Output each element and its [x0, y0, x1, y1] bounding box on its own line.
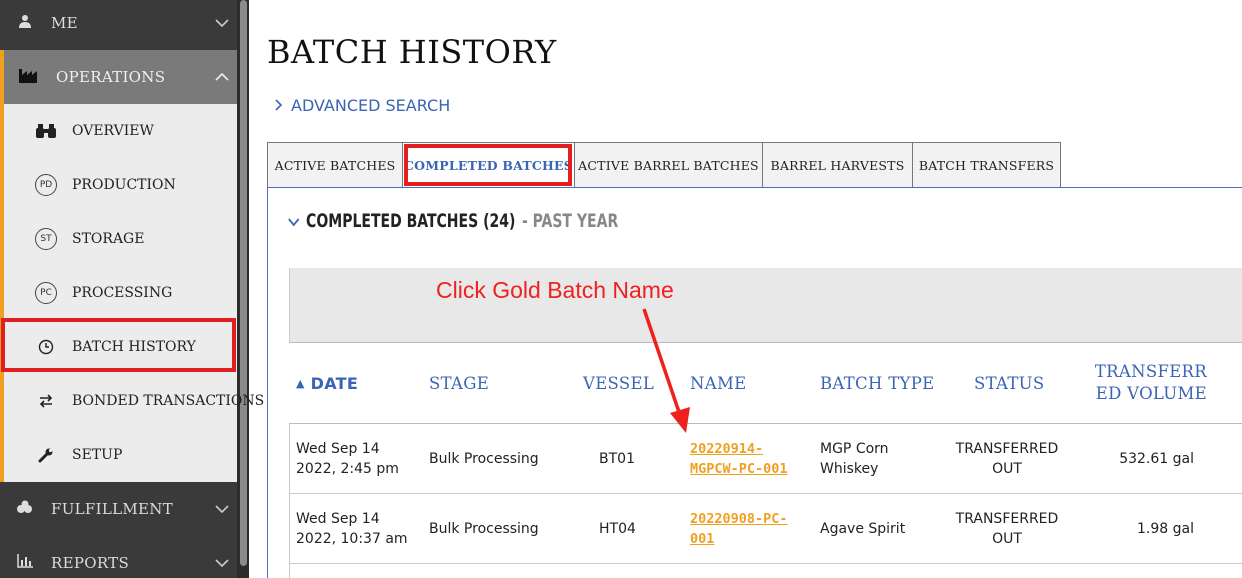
user-icon — [14, 14, 36, 32]
sidebar-item-label: BONDED TRANSACTIONS — [72, 393, 265, 409]
date-line1: Wed Sep 14 — [296, 441, 380, 457]
type-line1: MGP Corn — [820, 441, 889, 457]
date-line1: Wed Sep 14 — [296, 511, 380, 527]
name-line1: 20220908-PC- — [690, 511, 788, 527]
chevron-down-icon — [215, 14, 229, 32]
cell-stage: Bulk Processing — [429, 451, 539, 467]
cell-vessel: HT04 — [599, 521, 636, 537]
column-header-batch-type[interactable]: BATCH TYPE — [820, 374, 934, 393]
table-toolbar — [289, 268, 1242, 342]
cell-batch-type: MGP Corn Whiskey — [820, 439, 889, 479]
cell-status: TRANSFERRED OUT — [949, 509, 1065, 549]
advanced-search-label: ADVANCED SEARCH — [291, 96, 451, 115]
binoculars-icon — [34, 119, 58, 143]
tab-batch-transfers[interactable]: BATCH TRANSFERS — [912, 142, 1061, 188]
nav-fulfillment-label: FULFILLMENT — [51, 500, 174, 518]
cell-batch-type: Agave Spirit — [820, 521, 906, 537]
cell-volume: 1.98 gal — [1137, 521, 1194, 537]
table-header: ▲ DATE STAGE VESSEL NAME BATCH TYPE STAT… — [289, 342, 1242, 424]
table-row: Wed Sep 14 2022, 2:45 pm Bulk Processing… — [289, 424, 1242, 494]
cell-status: TRANSFERRED OUT — [949, 439, 1065, 479]
sidebar-scroll-thumb[interactable] — [240, 0, 247, 566]
cell-volume: 532.61 gal — [1119, 451, 1194, 467]
sort-asc-icon: ▲ — [296, 377, 305, 390]
nav-reports-label: REPORTS — [51, 554, 130, 572]
column-header-transferred-volume[interactable]: TRANSFERR ED VOLUME — [1089, 362, 1207, 403]
transfer-arrows-icon — [34, 389, 58, 413]
tab-active-barrel-batches[interactable]: ACTIVE BARREL BATCHES — [574, 142, 762, 188]
volume-header-line2: ED VOLUME — [1095, 384, 1207, 403]
sidebar-item-storage[interactable]: ST STORAGE — [4, 212, 237, 266]
cell-date: Wed Sep 14 2022, 2:45 pm — [296, 439, 399, 479]
tab-barrel-harvests[interactable]: BARREL HARVESTS — [762, 142, 912, 188]
batch-name-link[interactable]: 20220908-PC- 001 — [690, 509, 788, 549]
status-line1: TRANSFERRED — [955, 441, 1059, 457]
nav-me[interactable]: ME — [0, 0, 237, 50]
annotation-arrow — [642, 308, 690, 433]
st-abbr: ST — [35, 228, 57, 250]
type-line2: Whiskey — [820, 461, 879, 477]
column-header-stage[interactable]: STAGE — [429, 374, 489, 393]
status-line2: OUT — [992, 461, 1022, 477]
chevron-down-icon — [288, 210, 300, 232]
bar-chart-icon — [14, 554, 36, 572]
tab-bar: ACTIVE BATCHES COMPLETED BATCHES ACTIVE … — [267, 142, 1061, 188]
sidebar-item-processing[interactable]: PC PROCESSING — [4, 266, 237, 320]
column-header-date[interactable]: ▲ DATE — [296, 374, 358, 393]
nav-operations-label: OPERATIONS — [56, 68, 166, 86]
status-line1: TRANSFERRED — [955, 511, 1059, 527]
date-line2: 2022, 10:37 am — [296, 531, 408, 547]
section-header[interactable]: COMPLETED BATCHES (24) - PAST YEAR — [288, 210, 618, 232]
tab-completed-batches[interactable]: COMPLETED BATCHES — [402, 142, 574, 188]
name-line2: MGPCW-PC-001 — [690, 461, 788, 477]
batch-history-highlight — [1, 318, 236, 372]
sidebar-item-label: PRODUCTION — [72, 177, 176, 193]
sidebar-item-production[interactable]: PD PRODUCTION — [4, 158, 237, 212]
chevron-up-icon — [215, 68, 229, 86]
page-title: BATCH HISTORY — [267, 33, 557, 71]
sidebar-item-setup[interactable]: SETUP — [4, 428, 237, 482]
column-header-status[interactable]: STATUS — [974, 374, 1044, 393]
tab-active-batches[interactable]: ACTIVE BATCHES — [267, 142, 402, 188]
nav-reports[interactable]: REPORTS — [0, 536, 237, 578]
pc-abbr: PC — [35, 282, 57, 304]
operations-submenu: OVERVIEW PD PRODUCTION ST STORAGE PC PRO… — [0, 104, 264, 482]
nav-me-label: ME — [51, 14, 78, 32]
name-line1: 20220914- — [690, 441, 764, 457]
pd-circle-icon: PD — [34, 173, 58, 197]
advanced-search-link[interactable]: ADVANCED SEARCH — [275, 96, 450, 115]
sidebar-item-label: OVERVIEW — [72, 123, 154, 139]
annotation-text: Click Gold Batch Name — [436, 277, 674, 303]
date-header-label: DATE — [310, 374, 359, 393]
sidebar-item-label: SETUP — [72, 447, 123, 463]
nav-fulfillment[interactable]: FULFILLMENT — [0, 482, 237, 536]
section-title: COMPLETED BATCHES (24) — [306, 210, 516, 232]
sidebar-item-label: STORAGE — [72, 231, 145, 247]
table-row: Wed Sep 14 2022, 10:37 am Bulk Processin… — [289, 494, 1242, 564]
chevron-down-icon — [215, 554, 229, 572]
boxes-icon — [14, 500, 36, 518]
cell-stage: Bulk Processing — [429, 521, 539, 537]
factory-icon — [18, 66, 40, 88]
wrench-icon — [34, 443, 58, 467]
nav-operations[interactable]: OPERATIONS — [0, 50, 237, 104]
section-subtitle: - PAST YEAR — [521, 210, 619, 232]
cell-date: Wed Sep 14 2022, 10:37 am — [296, 509, 408, 549]
date-line2: 2022, 2:45 pm — [296, 461, 399, 477]
st-circle-icon: ST — [34, 227, 58, 251]
sidebar-item-label: PROCESSING — [72, 285, 173, 301]
name-line2: 001 — [690, 531, 715, 547]
chevron-right-icon — [275, 96, 283, 115]
status-line2: OUT — [992, 531, 1022, 547]
sidebar-item-overview[interactable]: OVERVIEW — [4, 104, 237, 158]
pd-abbr: PD — [35, 174, 57, 196]
batch-name-link[interactable]: 20220914- MGPCW-PC-001 — [690, 439, 788, 479]
cell-vessel: BT01 — [599, 451, 635, 467]
sidebar-item-bonded-transactions[interactable]: BONDED TRANSACTIONS — [4, 374, 264, 428]
pc-circle-icon: PC — [34, 281, 58, 305]
volume-header-line1: TRANSFERR — [1094, 362, 1207, 381]
chevron-down-icon — [215, 500, 229, 518]
